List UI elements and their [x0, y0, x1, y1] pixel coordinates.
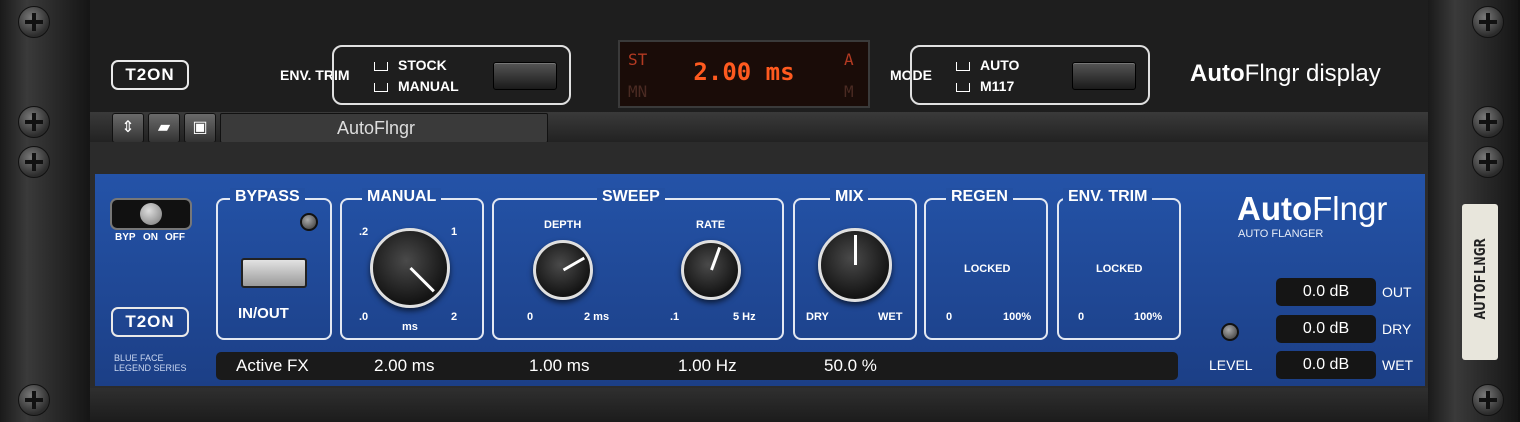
switch-on-label: ON: [143, 232, 158, 243]
switch-off-label: OFF: [165, 232, 185, 243]
status-mix: 50.0 %: [824, 356, 877, 375]
rack-screw-icon: [18, 6, 50, 38]
bypass-in-out-button[interactable]: [241, 258, 307, 288]
bypass-title: BYPASS: [230, 188, 305, 206]
manual-knob[interactable]: [370, 228, 450, 308]
rack-screw-icon: [18, 106, 50, 138]
meter-wet-label: WET: [1382, 357, 1414, 373]
sweep-title: SWEEP: [597, 188, 665, 206]
mode-toggle-button[interactable]: [1072, 62, 1136, 90]
env-trim-option-manual[interactable]: MANUAL: [374, 78, 459, 94]
manual-knob-indicator: [408, 266, 435, 293]
depth-knob-indicator: [562, 256, 585, 272]
depth-label: DEPTH: [544, 219, 582, 231]
preset-up-down-icon[interactable]: ⇕: [112, 113, 144, 143]
folder-icon[interactable]: ▰: [148, 113, 180, 143]
bypass-button-label: IN/OUT: [238, 305, 289, 322]
power-switch[interactable]: [110, 198, 192, 230]
depth-knob[interactable]: [533, 240, 593, 300]
save-icon[interactable]: ▣: [184, 113, 216, 143]
meter-wet: 0.0 dB: [1276, 351, 1376, 379]
meter-out: 0.0 dB: [1276, 278, 1376, 306]
rack-screw-icon: [1472, 6, 1504, 38]
lcd-display: ST MN A M 2.00 ms: [618, 40, 870, 108]
bottom-strip: [90, 388, 1428, 422]
rack-screw-icon: [18, 146, 50, 178]
meter-dry: 0.0 dB: [1276, 315, 1376, 343]
switch-knob-icon: [140, 203, 162, 225]
rack-screw-icon: [1472, 384, 1504, 416]
meter-out-label: OUT: [1382, 284, 1412, 300]
rack-screw-icon: [1472, 146, 1504, 178]
mode-option-m117[interactable]: M117: [956, 78, 1014, 94]
switch-byp-label: BYP: [115, 232, 136, 243]
status-label: Active FX: [236, 356, 309, 375]
series-label: BLUE FACE LEGEND SERIES: [114, 353, 187, 373]
rack-screw-icon: [18, 384, 50, 416]
lcd-value: 2.00 ms: [693, 58, 795, 86]
regen-state: LOCKED: [964, 263, 1011, 275]
rack-rail-left: [0, 0, 90, 422]
status-rate: 1.00 Hz: [678, 356, 737, 375]
status-manual: 2.00 ms: [374, 356, 435, 375]
rate-knob-indicator: [709, 246, 721, 271]
env-trim-option-stock[interactable]: STOCK: [374, 57, 447, 73]
display-title: AutoFlngr display: [1190, 60, 1381, 87]
side-tape-label: AUTOFLNGR: [1462, 204, 1498, 360]
bypass-led-icon: [300, 213, 318, 231]
level-label: LEVEL: [1209, 357, 1253, 373]
manual-title: MANUAL: [362, 188, 442, 206]
rate-knob[interactable]: [681, 240, 741, 300]
mode-option-auto[interactable]: AUTO: [956, 57, 1019, 73]
level-led-icon: [1221, 323, 1239, 341]
preset-name-field[interactable]: AutoFlngr: [220, 113, 548, 143]
brand-title: AutoFlngr: [1237, 190, 1388, 227]
mix-knob-indicator: [853, 235, 857, 265]
brand-subtitle: AUTO FLANGER: [1238, 228, 1324, 240]
mix-title: MIX: [830, 188, 869, 206]
env-trim-state: LOCKED: [1096, 263, 1143, 275]
brand-logo: T2ON: [111, 307, 189, 337]
brand-logo: T2ON: [111, 60, 189, 90]
env-trim-title: ENV. TRIM: [1063, 188, 1153, 206]
mix-knob[interactable]: [818, 228, 892, 302]
rack-screw-icon: [1472, 106, 1504, 138]
rate-label: RATE: [696, 219, 726, 231]
status-depth: 1.00 ms: [529, 356, 590, 375]
regen-title: REGEN: [946, 188, 1013, 206]
env-trim-toggle-button[interactable]: [493, 62, 557, 90]
meter-dry-label: DRY: [1382, 321, 1412, 337]
